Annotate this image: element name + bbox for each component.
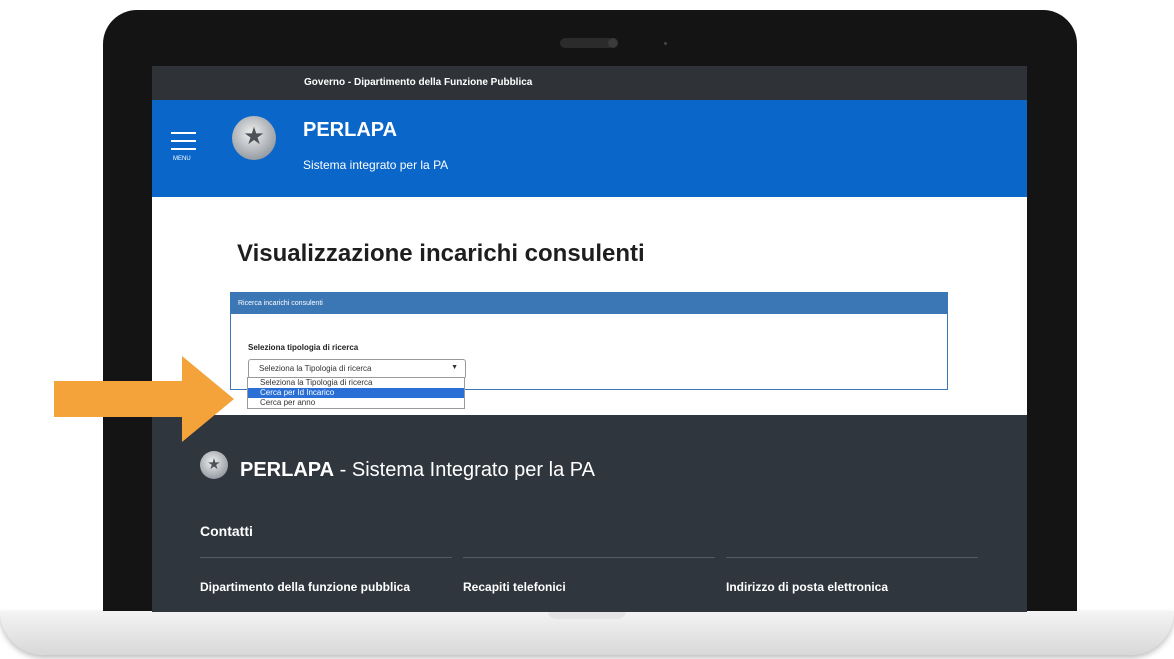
site-header: MENU ★ PERLAPA Sistema integrato per la … [152, 100, 1027, 197]
footer-brand-tagline: - Sistema Integrato per la PA [334, 459, 595, 481]
government-label: Governo [304, 77, 346, 88]
search-type-dropdown: Seleziona la Tipologia di ricerca Cerca … [247, 377, 465, 409]
search-panel: Ricerca incarichi consulenti Seleziona t… [230, 292, 948, 390]
department-label: - Dipartimento della Funzione Pubblica [345, 77, 533, 88]
footer-brand-name: PERLAPA [240, 459, 335, 481]
star-icon: ★ [243, 123, 265, 150]
sensor-icon [664, 42, 667, 45]
caret-down-icon: ▼ [451, 364, 458, 371]
screen: Governo - Dipartimento della Funzione Pu… [152, 66, 1027, 612]
option-search-by-year[interactable]: Cerca per anno [248, 398, 464, 408]
panel-title: Ricerca incarichi consulenti [231, 293, 947, 314]
republic-emblem-icon: ★ [232, 116, 276, 160]
site-subtitle: Sistema integrato per la PA [303, 158, 449, 172]
camera-icon [608, 38, 618, 48]
arrow-shape [54, 356, 234, 442]
option-select-type[interactable]: Seleziona la Tipologia di ricerca [248, 378, 464, 388]
site-title[interactable]: PERLAPA [303, 119, 397, 142]
menu-icon-bar [171, 148, 196, 150]
option-search-by-id[interactable]: Cerca per Id Incarico [248, 388, 464, 398]
menu-button[interactable]: MENU [169, 130, 199, 170]
column-heading-email: Indirizzo di posta elettronica [726, 580, 889, 594]
column-heading-phone: Recapiti telefonici [463, 580, 566, 594]
divider [463, 557, 715, 558]
divider [726, 557, 978, 558]
arrow-icon [54, 356, 234, 442]
camera-bar [560, 38, 614, 48]
search-type-selected: Seleziona la Tipologia di ricerca [259, 364, 372, 373]
menu-label: MENU [173, 156, 191, 162]
top-bar: Governo - Dipartimento della Funzione Pu… [152, 66, 1027, 100]
search-type-select[interactable]: Seleziona la Tipologia di ricerca ▼ [248, 359, 466, 379]
column-heading-department: Dipartimento della funzione pubblica [200, 580, 411, 594]
government-link[interactable]: Governo - Dipartimento della Funzione Pu… [304, 77, 532, 88]
menu-icon-bar [171, 132, 196, 134]
divider [200, 557, 452, 558]
search-type-label: Seleziona tipologia di ricerca [248, 343, 359, 352]
page-title: Visualizzazione incarichi consulenti [237, 240, 645, 267]
footer: ★ PERLAPA - Sistema Integrato per la PA … [152, 415, 1027, 612]
laptop-notch [548, 611, 626, 619]
republic-emblem-icon: ★ [200, 451, 228, 479]
menu-icon-bar [171, 140, 196, 142]
footer-brand: PERLAPA - Sistema Integrato per la PA [240, 459, 595, 482]
star-icon: ★ [207, 456, 221, 473]
contacts-heading: Contatti [200, 523, 253, 539]
